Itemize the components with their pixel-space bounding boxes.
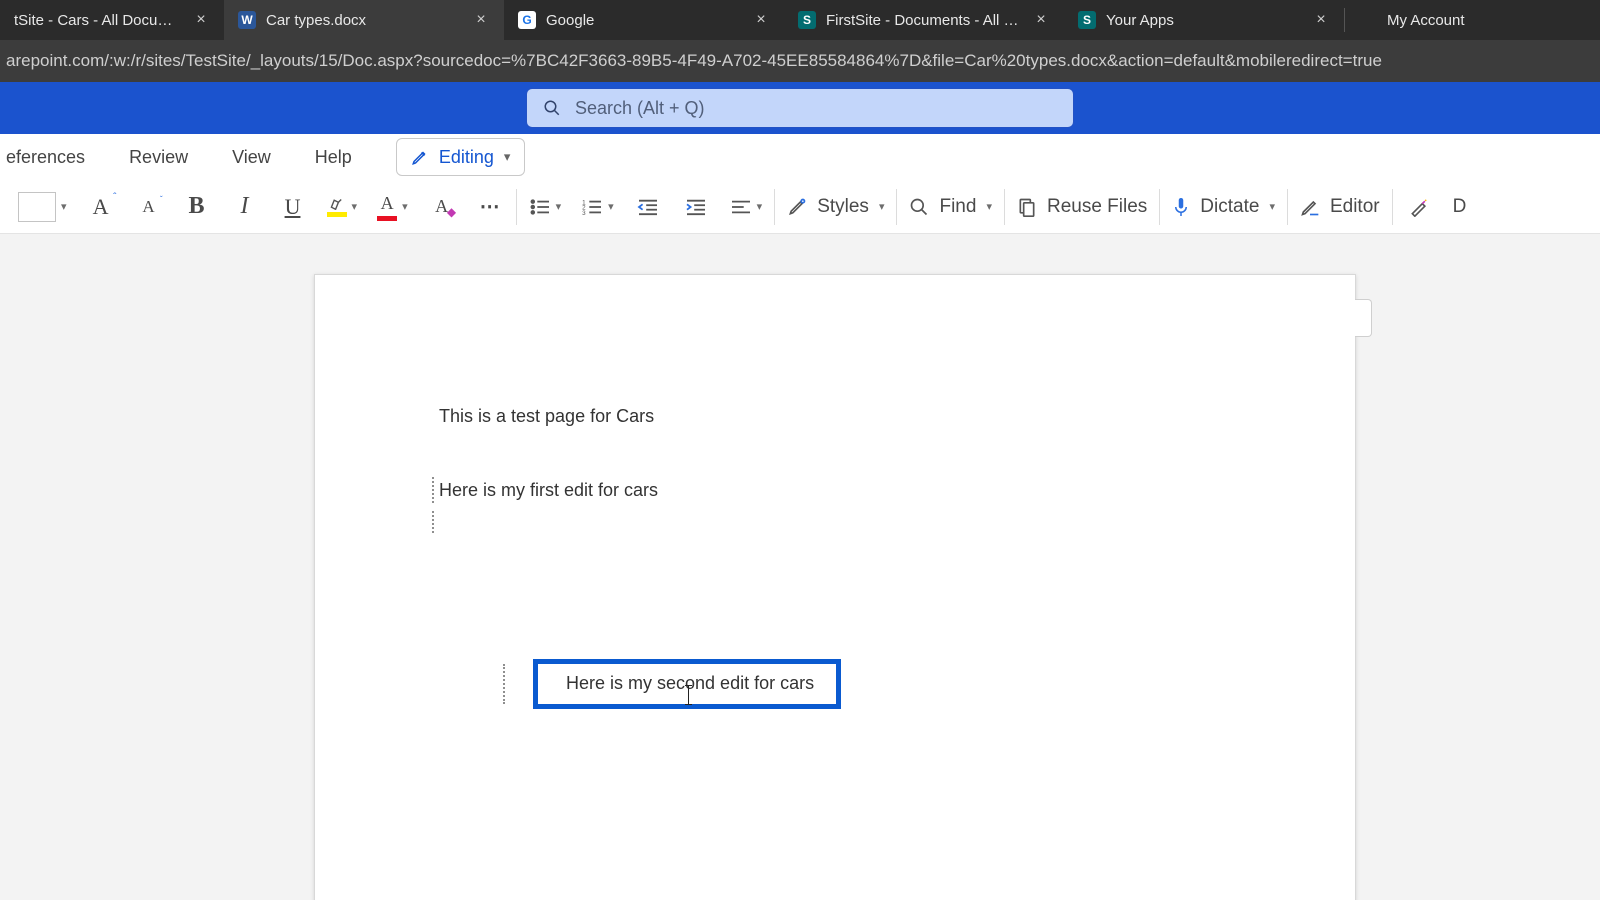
paragraph[interactable]: Here is my second edit for cars xyxy=(566,670,814,696)
close-icon[interactable]: × xyxy=(1032,11,1050,29)
page-side-tab[interactable] xyxy=(1355,299,1372,337)
grow-font-button[interactable]: Aˆ xyxy=(87,190,115,224)
browser-tab[interactable]: G Google × xyxy=(504,0,784,40)
editor-label: Editor xyxy=(1330,196,1380,218)
blank-line xyxy=(439,511,1199,533)
paragraph-group: ▾ 123 ▾ ▾ xyxy=(517,180,775,233)
browser-tab[interactable]: S FirstSite - Documents - All Docu × xyxy=(784,0,1064,40)
align-button[interactable]: ▾ xyxy=(730,190,763,224)
decrease-indent-button[interactable] xyxy=(634,190,662,224)
bold-button[interactable]: B xyxy=(183,190,211,224)
editor-button[interactable]: Editor xyxy=(1300,190,1380,224)
numbering-button[interactable]: 123 ▾ xyxy=(581,190,614,224)
find-group: Find ▾ xyxy=(897,180,1004,233)
url-text: arepoint.com/:w:/r/sites/TestSite/_layou… xyxy=(6,51,1382,71)
tab-title: My Account xyxy=(1387,12,1581,29)
close-icon[interactable]: × xyxy=(1312,11,1330,29)
document-body[interactable]: This is a test page for Cars Here is my … xyxy=(439,403,1199,533)
paragraph[interactable]: Here is my first edit for cars xyxy=(439,477,1199,503)
tab-references[interactable]: eferences xyxy=(6,147,85,168)
increase-indent-button[interactable] xyxy=(682,190,710,224)
designer-group: D xyxy=(1393,180,1467,233)
dictate-group: Dictate ▾ xyxy=(1160,180,1287,233)
clear-formatting-button[interactable]: A◆ xyxy=(428,190,456,224)
tab-help[interactable]: Help xyxy=(315,147,352,168)
revision-marker xyxy=(432,477,434,503)
more-font-button[interactable]: ⋯ xyxy=(476,190,504,224)
find-label: Find xyxy=(939,196,976,218)
chevron-down-icon: ▾ xyxy=(504,149,511,165)
word-icon: W xyxy=(238,11,256,29)
sharepoint-icon: S xyxy=(1078,11,1096,29)
microphone-icon xyxy=(1172,196,1190,218)
designer-button[interactable] xyxy=(1405,190,1433,224)
tab-title: Your Apps xyxy=(1106,12,1302,29)
ribbon-toolbar: ▾ Aˆ Aˇ B I U ▾ A ▾ A◆ ⋯ ▾ 123 xyxy=(0,180,1600,234)
search-icon xyxy=(543,99,561,117)
google-icon: G xyxy=(518,11,536,29)
reuse-files-icon xyxy=(1017,197,1037,217)
reuse-files-button[interactable]: Reuse Files xyxy=(1017,190,1147,224)
tab-review[interactable]: Review xyxy=(129,147,188,168)
styles-group: Styles ▾ xyxy=(775,180,896,233)
search-icon xyxy=(909,197,929,217)
paragraph-text: This is a test page for Cars xyxy=(439,406,654,426)
pencil-icon xyxy=(411,148,429,166)
text-cursor xyxy=(688,685,689,705)
tab-title: FirstSite - Documents - All Docu xyxy=(826,12,1022,29)
reuse-group: Reuse Files xyxy=(1005,180,1159,233)
designer-label-partial: D xyxy=(1453,196,1467,218)
editor-icon xyxy=(1300,197,1320,217)
document-page[interactable]: This is a test page for Cars Here is my … xyxy=(314,274,1356,900)
editing-mode-button[interactable]: Editing ▾ xyxy=(396,138,526,176)
font-size-box[interactable]: ▾ xyxy=(18,190,67,224)
highlight-button[interactable]: ▾ xyxy=(327,190,358,224)
revision-marker xyxy=(503,664,505,704)
tab-title: Car types.docx xyxy=(266,12,462,29)
highlight-swatch xyxy=(327,212,347,217)
italic-button[interactable]: I xyxy=(231,190,259,224)
close-icon[interactable]: × xyxy=(192,11,210,29)
revision-marker xyxy=(432,511,434,533)
document-canvas[interactable]: This is a test page for Cars Here is my … xyxy=(0,234,1600,900)
browser-tab-strip: tSite - Cars - All Documents × W Car typ… xyxy=(0,0,1600,40)
shrink-font-button[interactable]: Aˇ xyxy=(135,190,163,224)
browser-tab[interactable]: S Your Apps × xyxy=(1064,0,1344,40)
blank-line xyxy=(439,437,1199,477)
paragraph-text: Here is my first edit for cars xyxy=(439,480,658,500)
tab-view[interactable]: View xyxy=(232,147,271,168)
dictate-button[interactable]: Dictate ▾ xyxy=(1172,190,1275,224)
underline-button[interactable]: U xyxy=(279,190,307,224)
svg-text:3: 3 xyxy=(582,210,586,216)
font-group: ▾ Aˆ Aˇ B I U ▾ A ▾ A◆ ⋯ xyxy=(6,180,516,233)
editing-mode-label: Editing xyxy=(439,147,494,168)
close-icon[interactable]: × xyxy=(752,11,770,29)
sharepoint-icon: S xyxy=(798,11,816,29)
search-placeholder: Search (Alt + Q) xyxy=(575,98,705,119)
styles-icon xyxy=(787,197,807,217)
bullets-button[interactable]: ▾ xyxy=(529,190,562,224)
paragraph-text: Here is my second edit for cars xyxy=(566,673,814,693)
tab-title: tSite - Cars - All Documents xyxy=(14,12,182,29)
editor-group: Editor xyxy=(1288,180,1392,233)
font-color-button[interactable]: A ▾ xyxy=(377,190,408,224)
close-icon[interactable]: × xyxy=(472,11,490,29)
tab-title: Google xyxy=(546,12,742,29)
font-color-swatch xyxy=(377,216,397,221)
browser-tab[interactable]: My Account xyxy=(1345,0,1595,40)
reuse-files-label: Reuse Files xyxy=(1047,196,1147,218)
address-bar[interactable]: arepoint.com/:w:/r/sites/TestSite/_layou… xyxy=(0,40,1600,82)
browser-tab[interactable]: tSite - Cars - All Documents × xyxy=(0,0,224,40)
paragraph[interactable]: This is a test page for Cars xyxy=(439,403,1199,429)
dictate-label: Dictate xyxy=(1200,196,1259,218)
ribbon-tabs: eferences Review View Help Editing ▾ xyxy=(0,134,1600,180)
search-box[interactable]: Search (Alt + Q) xyxy=(526,88,1074,128)
styles-label: Styles xyxy=(817,196,869,218)
find-button[interactable]: Find ▾ xyxy=(909,190,992,224)
styles-button[interactable]: Styles ▾ xyxy=(787,190,884,224)
browser-tab[interactable]: W Car types.docx × xyxy=(224,0,504,40)
suite-header: Search (Alt + Q) xyxy=(0,82,1600,134)
microsoft-icon xyxy=(1359,11,1377,29)
